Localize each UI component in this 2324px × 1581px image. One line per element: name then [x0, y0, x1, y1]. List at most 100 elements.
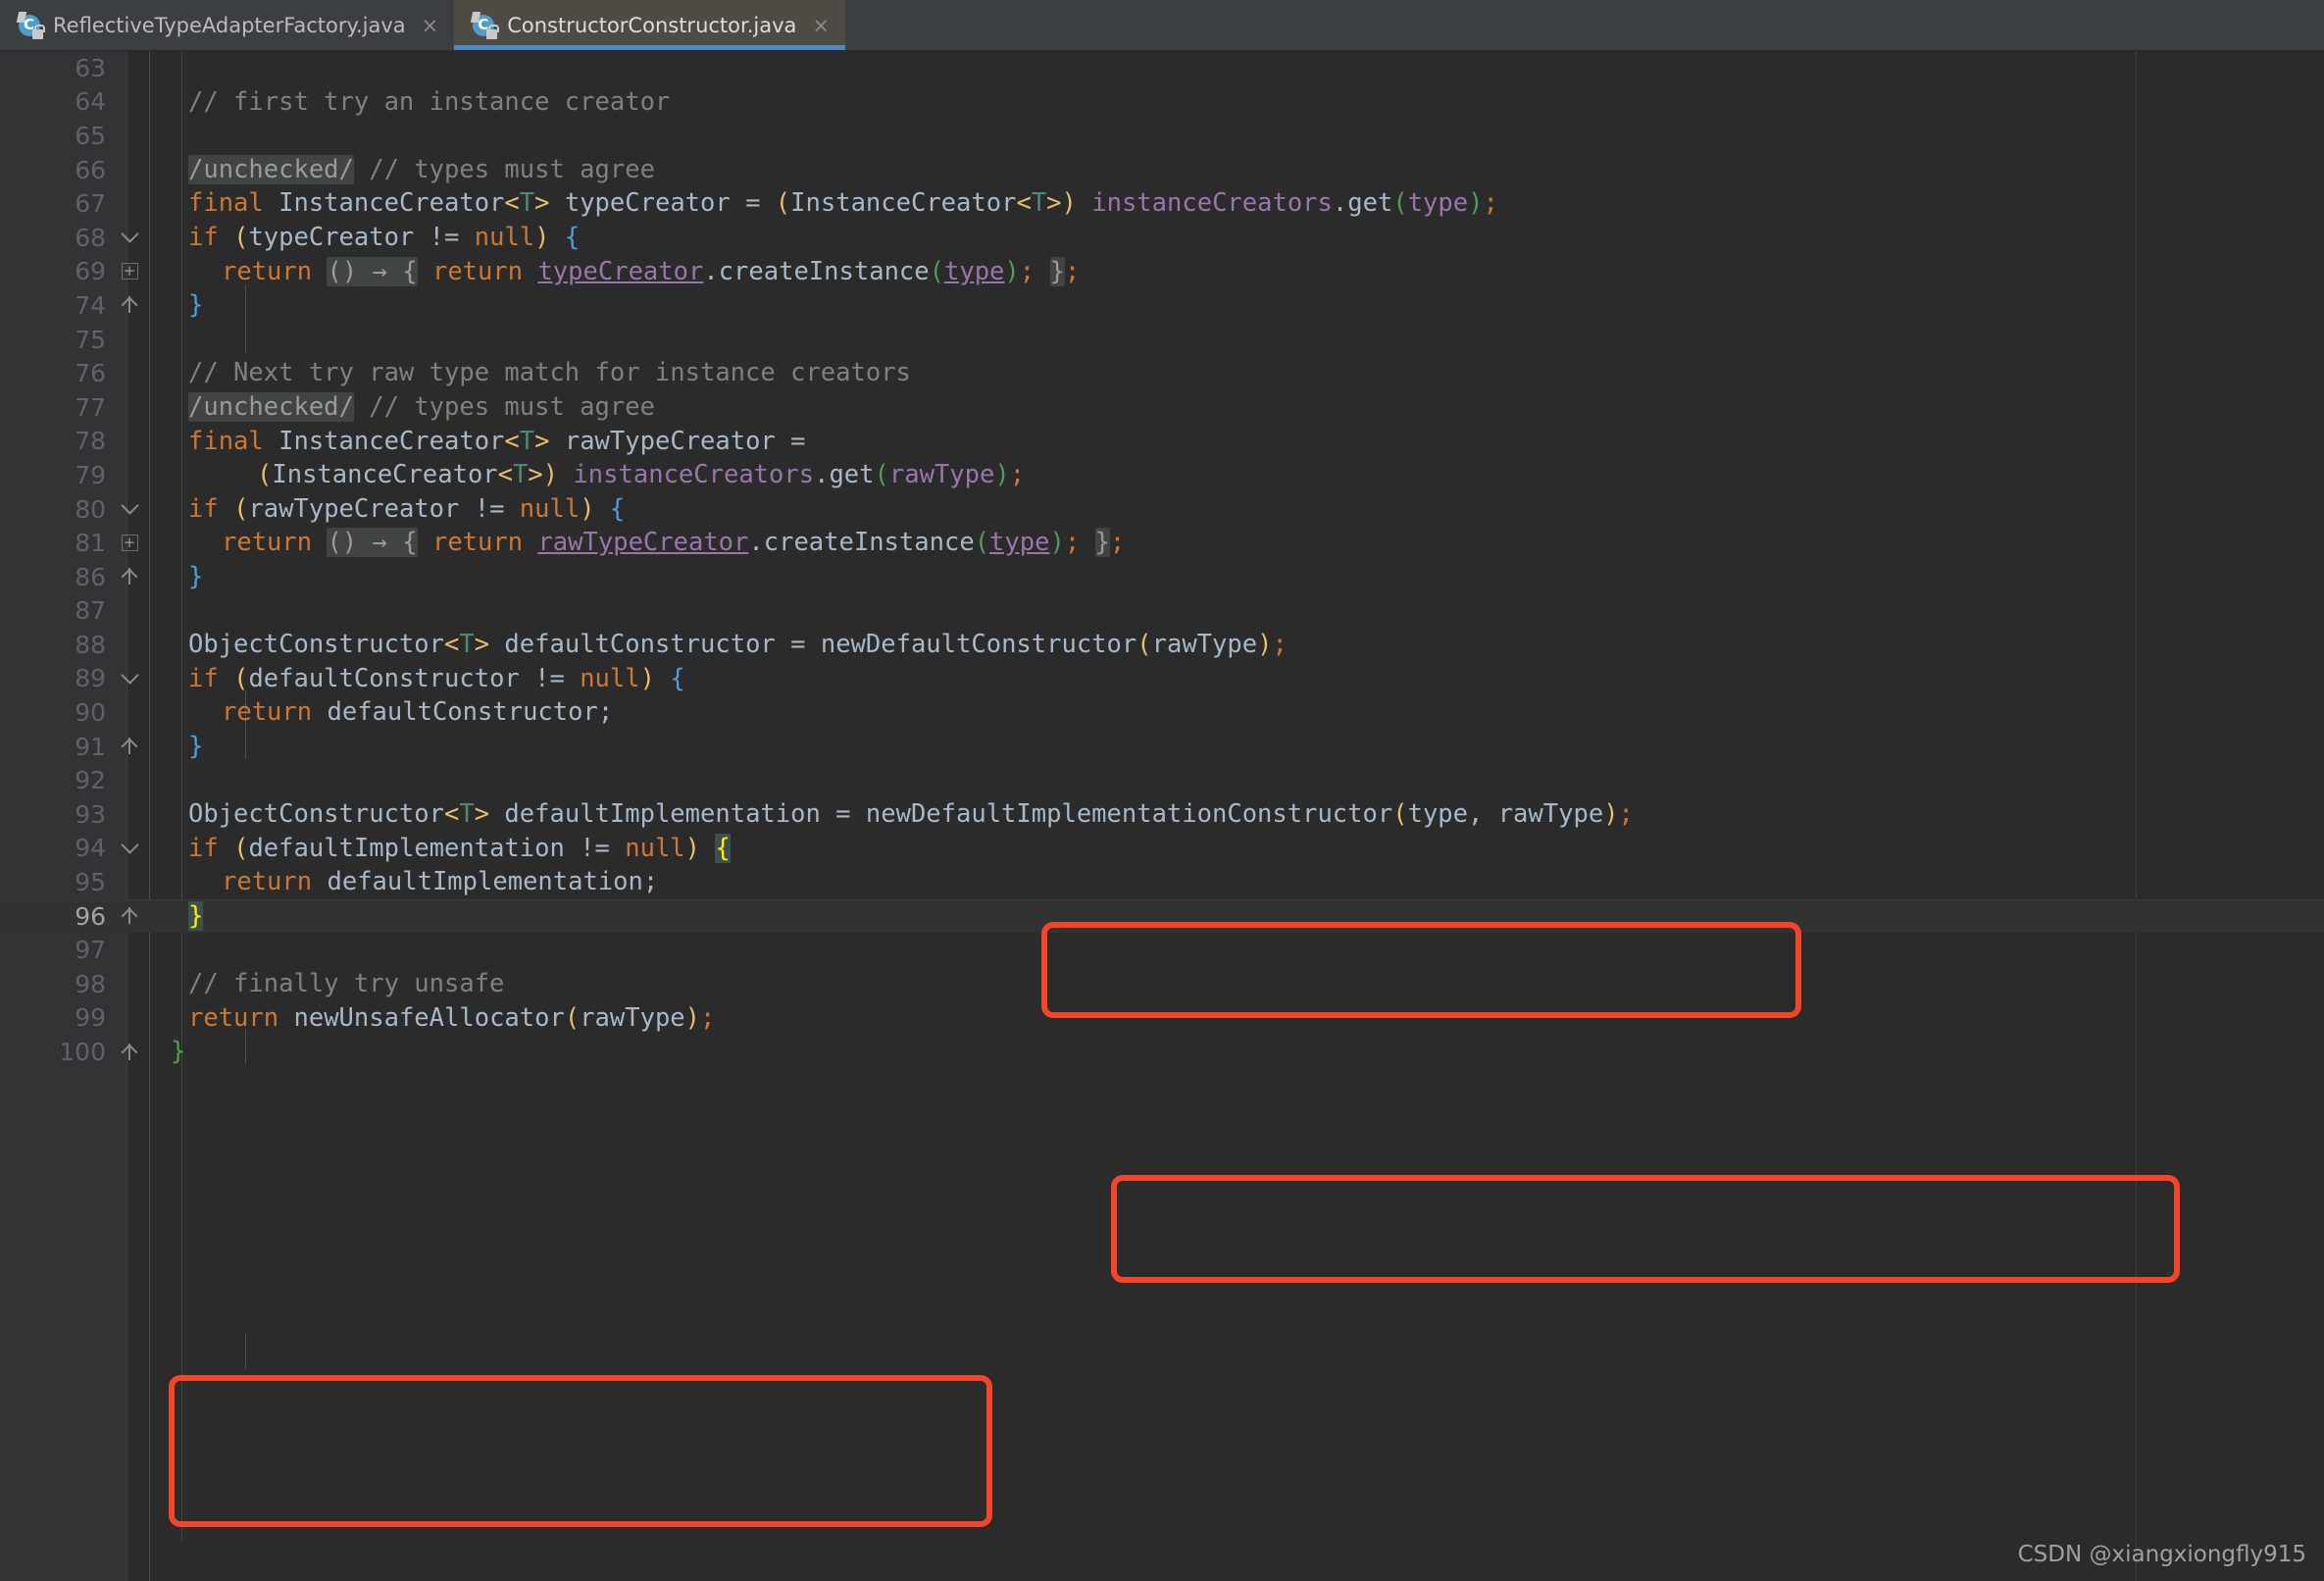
block-end-icon[interactable]	[123, 736, 137, 757]
code-line-65[interactable]: 65	[0, 119, 2324, 153]
block-end-icon[interactable]	[123, 294, 137, 316]
folded-lambda-token[interactable]: () → {	[327, 256, 418, 286]
folded-close-brace-token[interactable]: }	[1049, 256, 1065, 286]
code-text: ObjectConstructor<T> defaultConstructor …	[188, 630, 1288, 660]
method-token[interactable]: newDefaultImplementationConstructor	[866, 799, 1392, 829]
condition-token: defaultConstructor !=	[248, 663, 581, 693]
keyword-token: return	[431, 256, 524, 286]
code-line-94[interactable]: 94 if (defaultImplementation != null) {	[0, 832, 2324, 866]
line-number: 90	[75, 698, 106, 728]
collapse-block-icon[interactable]	[123, 499, 137, 519]
code-line-97[interactable]: 97	[0, 933, 2324, 967]
code-line-67[interactable]: 67 final InstanceCreator<T> typeCreator …	[0, 186, 2324, 221]
code-line-79[interactable]: 79 (InstanceCreator<T>) instanceCreators…	[0, 458, 2324, 492]
code-line-77[interactable]: 77 /unchecked/ // types must agree	[0, 390, 2324, 425]
block-end-icon[interactable]	[123, 905, 137, 927]
comment-token: // types must agree	[369, 391, 655, 422]
expand-block-icon[interactable]: +	[121, 263, 138, 280]
line-number: 96	[75, 901, 106, 931]
fold-column[interactable]: +	[106, 263, 153, 280]
code-line-78[interactable]: 78 final InstanceCreator<T> rawTypeCreat…	[0, 425, 2324, 459]
close-icon[interactable]: ×	[812, 14, 830, 37]
fold-column[interactable]	[106, 294, 153, 316]
line-number: 66	[75, 155, 106, 184]
code-editor[interactable]: 63 64 // first try an instance creator 6…	[0, 51, 2324, 1581]
code-line-74[interactable]: 74 }	[0, 288, 2324, 323]
code-line-100[interactable]: 100 }	[0, 1035, 2324, 1069]
folded-annotation-token[interactable]: /unchecked/	[188, 391, 354, 422]
block-end-icon[interactable]	[123, 1042, 137, 1063]
code-line-98[interactable]: 98 // finally try unsafe	[0, 967, 2324, 1001]
fold-column[interactable]	[106, 499, 153, 519]
fold-column[interactable]	[106, 736, 153, 757]
condition-token: typeCreator !=	[248, 222, 475, 252]
editor-tab-bar: C ReflectiveTypeAdapterFactory.java × C …	[0, 0, 2324, 51]
variable-token: typeCreator =	[549, 188, 776, 219]
java-class-icon: C	[16, 11, 45, 39]
argument-token: type	[1407, 188, 1469, 219]
collapse-block-icon[interactable]	[123, 839, 137, 858]
arguments-token: type, rawType	[1407, 799, 1604, 830]
tab-label: ConstructorConstructor.java	[507, 13, 797, 37]
fold-column[interactable]: +	[106, 535, 153, 552]
argument-token[interactable]: type	[944, 257, 1004, 286]
fold-column[interactable]	[106, 566, 153, 587]
watermark-site: CSDN	[2017, 1542, 2083, 1567]
method-token[interactable]: newUnsafeAllocator	[293, 1003, 564, 1033]
fold-column[interactable]	[106, 1042, 153, 1063]
argument-token: rawType	[1151, 630, 1258, 660]
line-number: 88	[75, 630, 106, 659]
code-line-90[interactable]: 90 return defaultConstructor;	[0, 695, 2324, 730]
close-icon[interactable]: ×	[422, 14, 439, 37]
collapse-block-icon[interactable]	[123, 669, 137, 688]
line-number: 75	[75, 325, 106, 354]
tab-ConstructorConstructor[interactable]: C ConstructorConstructor.java ×	[454, 0, 845, 50]
code-line-66[interactable]: 66 /unchecked/ // types must agree	[0, 153, 2324, 187]
code-line-96[interactable]: 96 }	[0, 898, 2324, 934]
fold-column[interactable]	[106, 839, 153, 858]
code-line-68[interactable]: 68 if (typeCreator != null) {	[0, 221, 2324, 255]
return-value-token: defaultConstructor;	[327, 697, 614, 728]
code-line-91[interactable]: 91 }	[0, 730, 2324, 764]
code-line-92[interactable]: 92	[0, 763, 2324, 797]
method-token[interactable]: newDefaultConstructor	[821, 630, 1137, 659]
code-line-75[interactable]: 75	[0, 323, 2324, 357]
code-text: final InstanceCreator<T> rawTypeCreator …	[188, 426, 806, 456]
expand-block-icon[interactable]: +	[121, 535, 138, 552]
block-end-icon[interactable]	[123, 566, 137, 587]
code-line-76[interactable]: 76 // Next try raw type match for instan…	[0, 356, 2324, 390]
line-number: 100	[59, 1038, 106, 1067]
folded-annotation-token[interactable]: /unchecked/	[188, 154, 354, 184]
fold-column[interactable]	[106, 905, 153, 927]
code-text: /unchecked/ // types must agree	[153, 153, 2324, 187]
code-text: if (defaultConstructor != null) {	[188, 663, 685, 693]
code-line-99[interactable]: 99 return newUnsafeAllocator(rawType);	[0, 1001, 2324, 1036]
field-token: instanceCreators	[573, 460, 815, 490]
code-line-93[interactable]: 93 ObjectConstructor<T> defaultImplement…	[0, 797, 2324, 832]
code-line-63[interactable]: 63	[0, 51, 2324, 85]
keyword-token: if	[188, 222, 219, 252]
code-text: }	[188, 290, 204, 321]
code-line-88[interactable]: 88 ObjectConstructor<T> defaultConstruct…	[0, 628, 2324, 662]
folded-lambda-token[interactable]: () → {	[327, 528, 418, 558]
fold-column[interactable]	[106, 228, 153, 247]
code-line-80[interactable]: 80 if (rawTypeCreator != null) {	[0, 492, 2324, 527]
code-line-87[interactable]: 87	[0, 594, 2324, 629]
cast-type-token: InstanceCreator	[790, 188, 1017, 219]
code-line-64[interactable]: 64 // first try an instance creator	[0, 85, 2324, 120]
code-line-69[interactable]: 69 + return () → { return typeCreator.cr…	[0, 255, 2324, 289]
comment-token: // first try an instance creator	[188, 86, 671, 117]
folded-close-brace-token[interactable]: }	[1094, 528, 1110, 558]
code-line-89[interactable]: 89 if (defaultConstructor != null) {	[0, 662, 2324, 696]
line-number: 67	[75, 189, 106, 219]
code-text: return defaultConstructor;	[222, 697, 614, 728]
collapse-block-icon[interactable]	[123, 228, 137, 247]
code-line-95[interactable]: 95 return defaultImplementation;	[0, 865, 2324, 899]
receiver-token[interactable]: rawTypeCreator	[537, 528, 748, 557]
argument-token: rawType	[580, 1002, 685, 1033]
fold-column[interactable]	[106, 669, 153, 688]
tab-ReflectiveTypeAdapterFactory[interactable]: C ReflectiveTypeAdapterFactory.java ×	[0, 0, 455, 50]
code-line-86[interactable]: 86 }	[0, 560, 2324, 594]
receiver-token[interactable]: typeCreator	[537, 257, 703, 286]
code-line-81[interactable]: 81 + return () → { return rawTypeCreator…	[0, 526, 2324, 560]
